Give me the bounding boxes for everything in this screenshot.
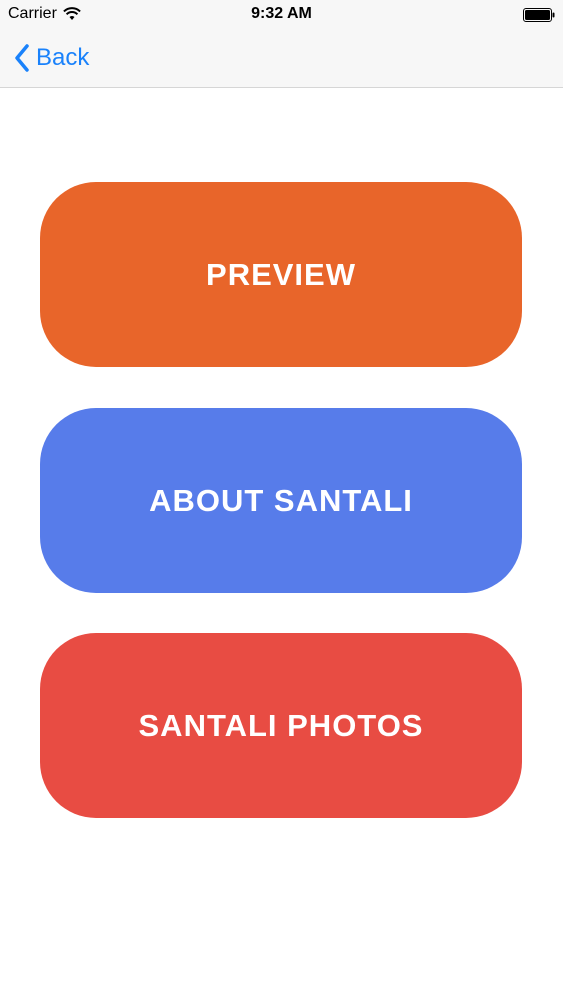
status-bar: Carrier 9:32 AM xyxy=(0,0,563,30)
back-button[interactable]: Back xyxy=(14,40,89,76)
preview-button[interactable]: PREVIEW xyxy=(40,182,522,367)
about-santali-button[interactable]: ABOUT SANTALI xyxy=(40,408,522,593)
main-content: PREVIEW ABOUT SANTALI SANTALI PHOTOS xyxy=(0,88,563,1000)
about-santali-button-label: ABOUT SANTALI xyxy=(149,482,413,518)
status-time: 9:32 AM xyxy=(251,5,312,22)
santali-photos-button-label: SANTALI PHOTOS xyxy=(138,707,424,743)
battery-icon xyxy=(523,8,555,22)
santali-photos-button[interactable]: SANTALI PHOTOS xyxy=(40,633,522,818)
preview-button-label: PREVIEW xyxy=(206,256,356,292)
chevron-left-icon xyxy=(15,44,29,72)
nav-bar: Back xyxy=(0,30,563,88)
back-label: Back xyxy=(36,44,90,71)
